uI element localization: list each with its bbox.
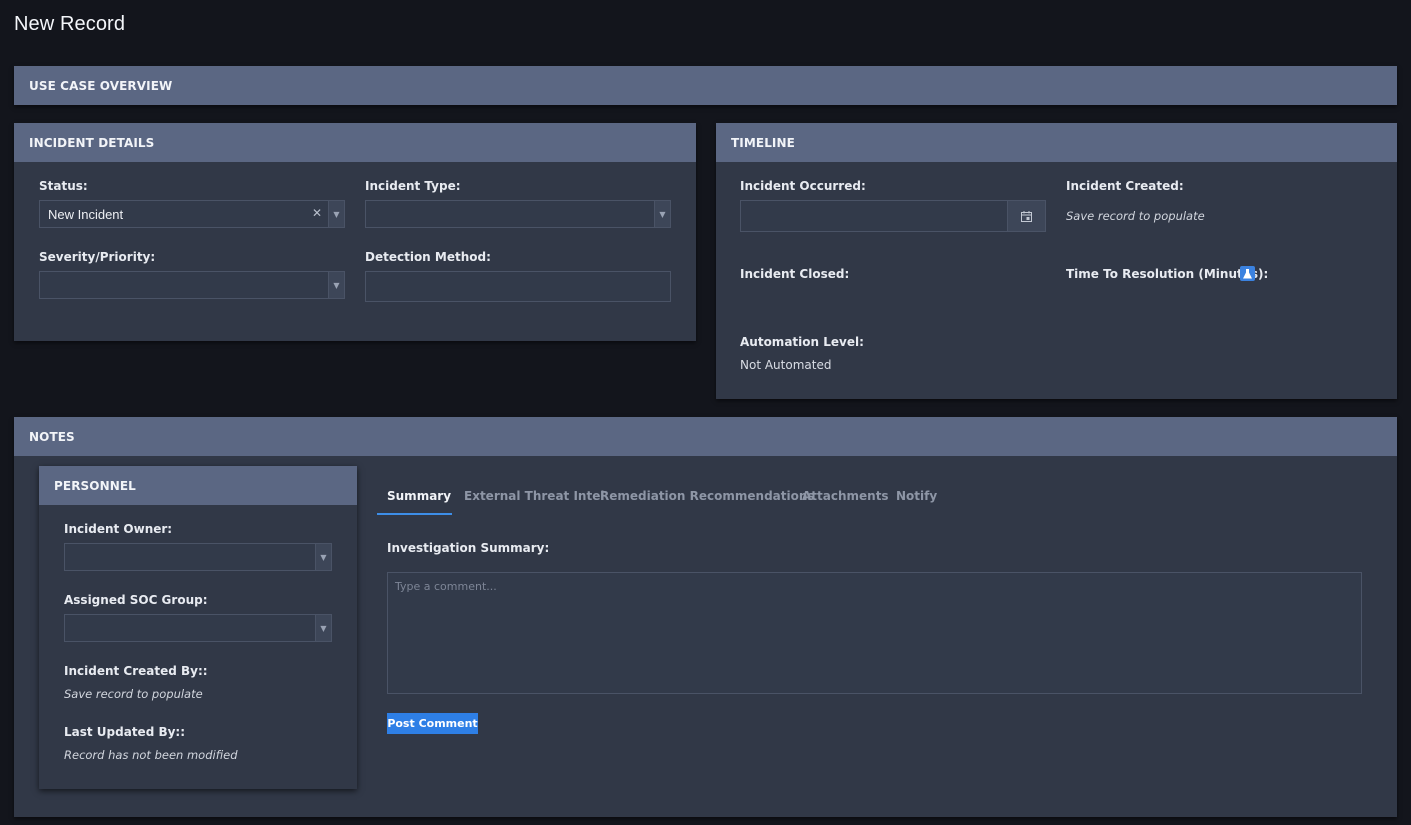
incident-occurred-input[interactable] [740,200,1008,232]
tab-summary[interactable]: Summary [387,489,451,503]
last-updated-by-value: Record has not been modified [64,748,238,762]
use-case-overview-section[interactable]: USE CASE OVERVIEW [14,66,1397,105]
severity-select[interactable]: ▼ [39,271,345,299]
incident-created-label: Incident Created: [1066,179,1184,193]
status-select[interactable]: New Incident ✕ ▼ [39,200,345,228]
comment-textarea[interactable] [387,572,1362,694]
last-updated-by-label: Last Updated By:: [64,725,186,739]
status-value: New Incident [48,207,124,222]
incident-details-section: INCIDENT DETAILS [14,123,696,341]
status-label: Status: [39,179,88,193]
active-tab-indicator [377,513,452,515]
incident-owner-label: Incident Owner: [64,522,173,536]
incident-created-by-label: Incident Created By:: [64,664,208,678]
notes-header[interactable]: NOTES [14,417,1397,456]
x-clear-icon[interactable]: ✕ [312,206,322,220]
chevron-down-icon[interactable]: ▼ [315,544,331,570]
time-to-resolution-label: Time To Resolution (Minutes): [1066,267,1269,281]
chevron-down-icon[interactable]: ▼ [315,615,331,641]
chevron-down-icon[interactable]: ▼ [654,201,670,227]
automation-level-label: Automation Level: [740,335,864,349]
post-comment-button[interactable]: Post Comment [387,713,478,734]
chevron-down-icon[interactable]: ▼ [328,201,344,227]
incident-details-header[interactable]: INCIDENT DETAILS [14,123,696,162]
investigation-summary-label: Investigation Summary: [387,541,550,555]
assigned-soc-group-label: Assigned SOC Group: [64,593,208,607]
timeline-header[interactable]: TIMELINE [716,123,1397,162]
detection-method-input[interactable] [365,271,671,302]
tab-external-threat-intel[interactable]: External Threat Intel [464,489,604,503]
use-case-overview-header[interactable]: USE CASE OVERVIEW [14,66,1397,105]
incident-occurred-label: Incident Occurred: [740,179,866,193]
incident-owner-select[interactable]: ▼ [64,543,332,571]
detection-method-label: Detection Method: [365,250,491,264]
incident-closed-label: Incident Closed: [740,267,850,281]
personnel-header[interactable]: PERSONNEL [39,466,357,505]
incident-type-label: Incident Type: [365,179,461,193]
incident-type-select[interactable]: ▼ [365,200,671,228]
tab-notify[interactable]: Notify [896,489,937,503]
severity-label: Severity/Priority: [39,250,156,264]
incident-created-value: Save record to populate [1066,209,1205,223]
flask-icon[interactable] [1240,266,1255,281]
automation-level-value: Not Automated [740,358,832,372]
calendar-icon[interactable] [1007,200,1046,232]
page-title: New Record [14,13,126,35]
tab-remediation-recommendations[interactable]: Remediation Recommendations [600,489,815,503]
chevron-down-icon[interactable]: ▼ [328,272,344,298]
incident-created-by-value: Save record to populate [64,687,203,701]
assigned-soc-group-select[interactable]: ▼ [64,614,332,642]
tab-attachments[interactable]: Attachments [802,489,889,503]
